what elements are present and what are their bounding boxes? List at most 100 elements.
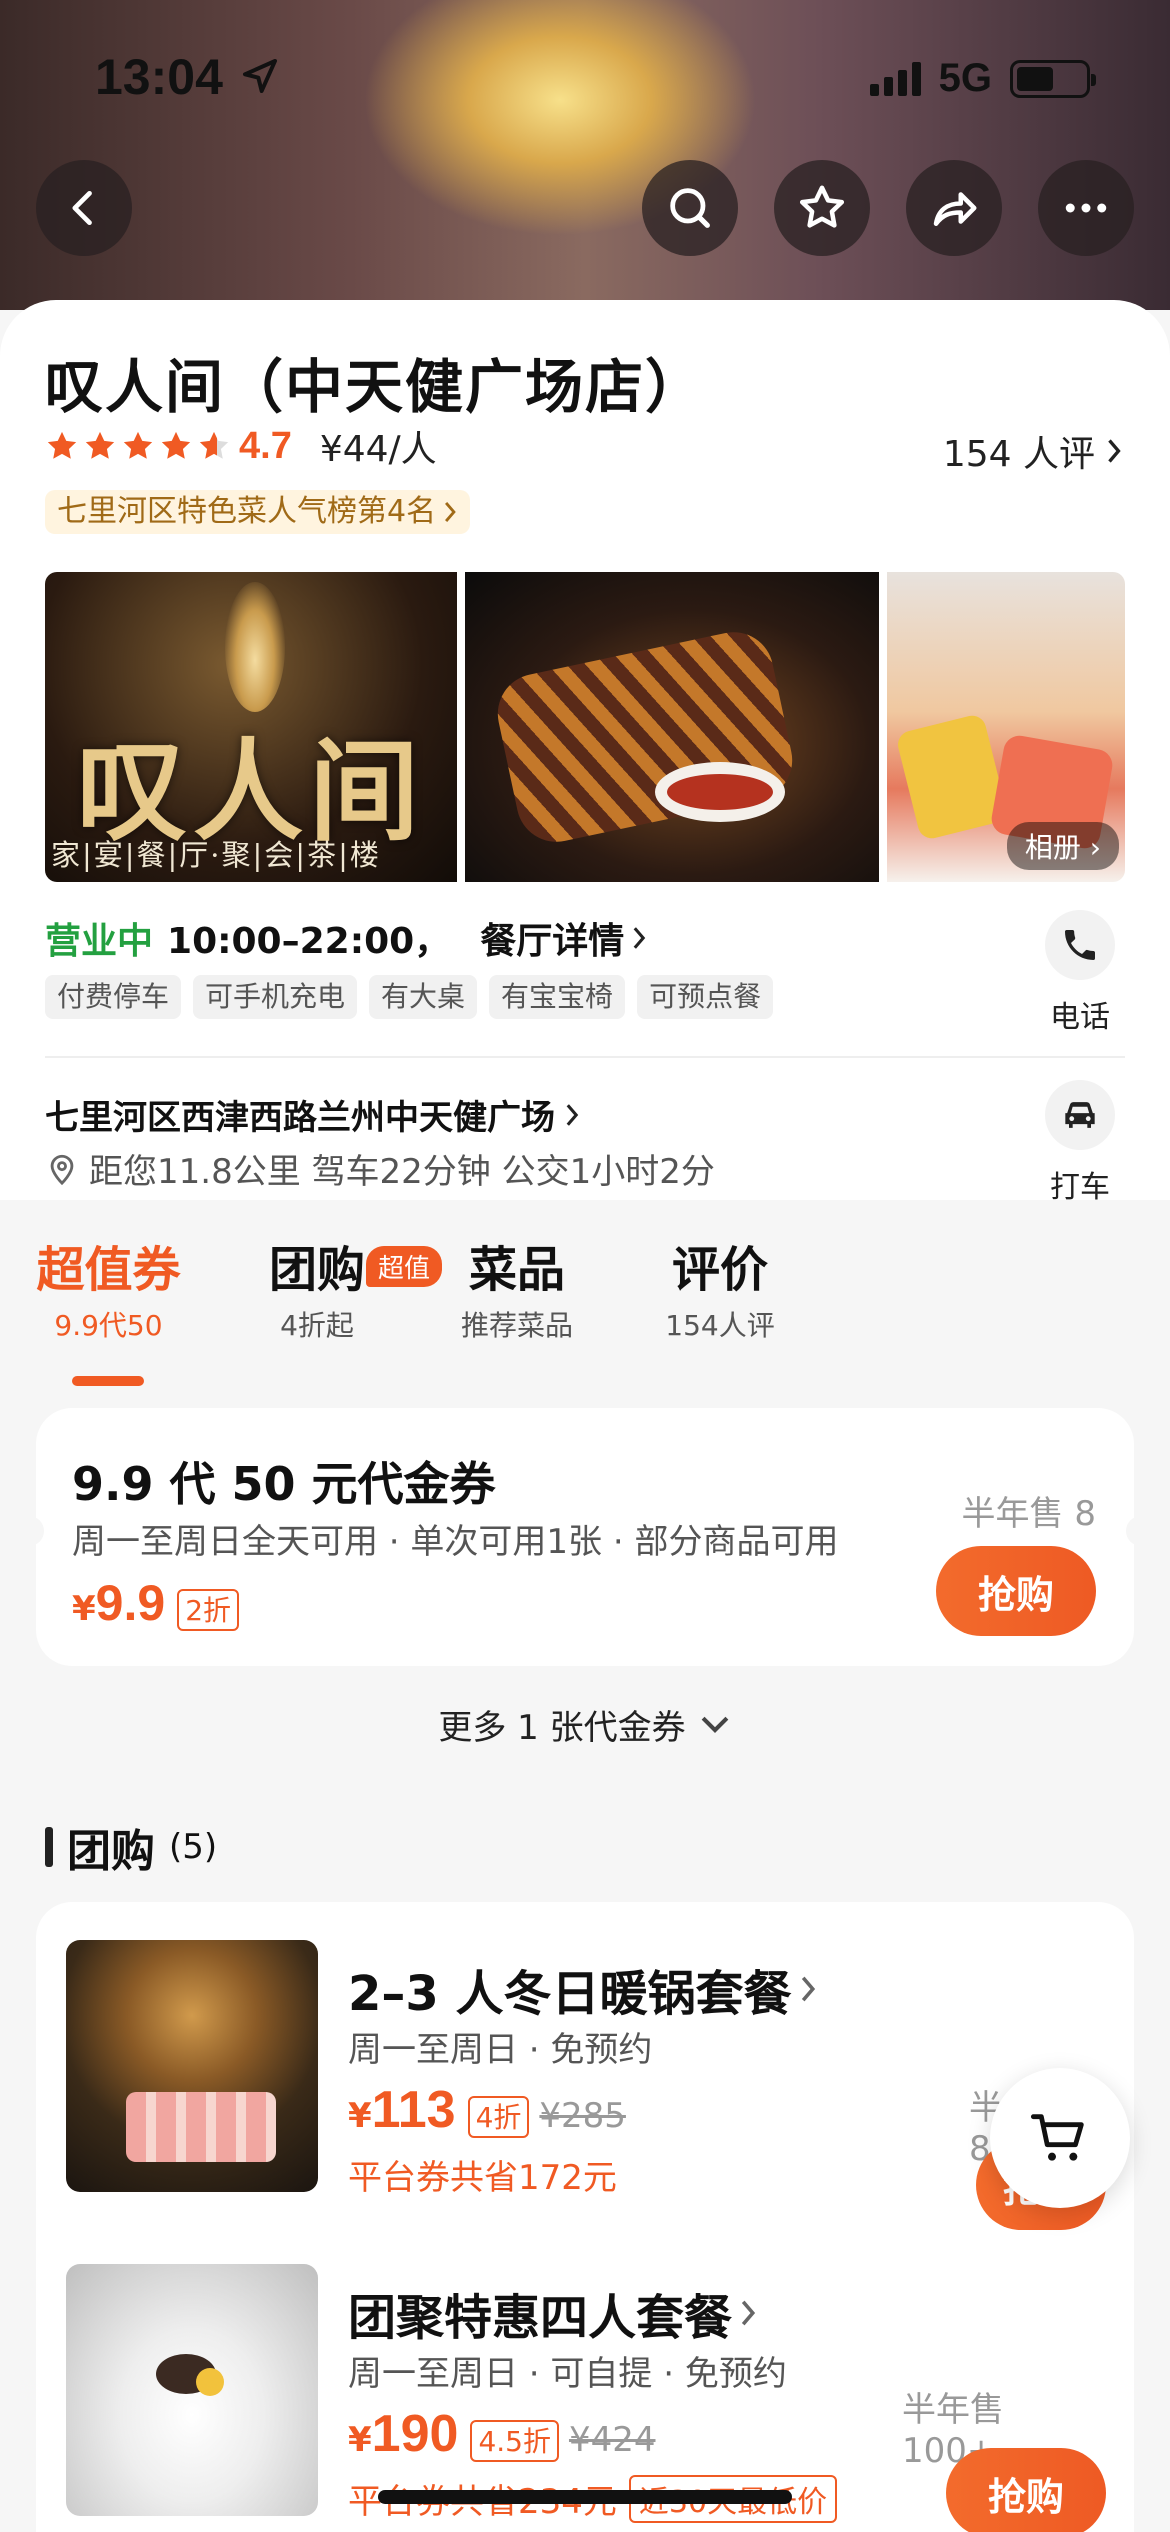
card-notch: [28, 1516, 44, 1546]
tab-title: 评价: [671, 1242, 768, 1298]
super-value-badge: 超值: [366, 1246, 443, 1287]
photo-logo[interactable]: 叹人间 家|宴|餐|厅·聚|会|茶|楼: [45, 572, 457, 882]
cart-button[interactable]: [990, 2068, 1130, 2208]
deal-image: [66, 2264, 318, 2516]
group-buy-count: (5): [169, 1827, 218, 1867]
chevron-right-icon: [1108, 439, 1121, 463]
shop-name: 叹人间（中天健广场店）: [45, 353, 706, 421]
chevron-down-icon: [701, 1716, 728, 1733]
half-star-icon: [199, 431, 229, 459]
address-link[interactable]: 七里河区西津西路兰州中天健广场: [45, 1090, 581, 1139]
original-price: ¥424: [568, 2420, 656, 2460]
phone-button[interactable]: 电话: [1035, 910, 1125, 1036]
facility-tag: 付费停车: [45, 975, 182, 1019]
rating-stars: [45, 429, 231, 463]
taxi-button[interactable]: 打车: [1035, 1080, 1125, 1206]
currency-symbol: ¥: [348, 2096, 372, 2136]
deal-subtitle: 周一至周日 · 可自提 · 免预约: [348, 2354, 787, 2394]
reviews-link[interactable]: 154 人评: [943, 425, 1125, 477]
section-tabs: 超值券 9.9代50 团购 4折起 菜品 推荐菜品 评价 154人评: [0, 1230, 1170, 1390]
tab-title: 超值券: [36, 1242, 181, 1298]
logo-subtitle: 家|宴|餐|厅·聚|会|茶|楼: [51, 838, 381, 872]
facility-tag: 有大桌: [369, 975, 478, 1019]
rating-score: 4.7: [239, 424, 292, 467]
food-graphic: [196, 2368, 224, 2396]
distance-info: 距您11.8公里 驾车22分钟 公交1小时2分: [45, 1144, 715, 1193]
deal-price: ¥ 190 4.5折 ¥424: [348, 2404, 656, 2464]
facility-tag: 可预点餐: [637, 975, 774, 1019]
voucher-title: 9.9 代 50 元代金券: [72, 1457, 496, 1511]
favorite-button[interactable]: [774, 160, 870, 256]
group-buy-heading: 团购 (5): [45, 1815, 217, 1879]
status-right: 5G: [869, 56, 1096, 101]
more-vouchers-button[interactable]: 更多 1 张代金券: [0, 1700, 1170, 1749]
tab-subtitle: 推荐菜品: [460, 1309, 573, 1342]
voucher-price: ¥ 9.9 2折: [72, 1574, 240, 1632]
album-label: 相册: [1024, 831, 1081, 864]
facility-tag: 有宝宝椅: [489, 975, 626, 1019]
status-time: 13:04: [95, 49, 223, 105]
savings-text: 平台券共省172元: [348, 2158, 617, 2198]
network-label: 5G: [938, 56, 992, 100]
divider: [45, 1056, 1125, 1058]
photo-gallery[interactable]: 叹人间 家|宴|餐|厅·聚|会|茶|楼 相册 ›: [45, 572, 1125, 882]
deal-item[interactable]: 2–3 人冬日暖锅套餐 周一至周日 · 免预约 ¥ 113 4折 ¥285 平台…: [66, 1940, 1106, 2230]
more-button[interactable]: [1038, 160, 1134, 256]
phone-icon: [1065, 930, 1095, 960]
restaurant-detail-link[interactable]: 餐厅详情: [480, 912, 648, 964]
open-status: 营业中: [45, 921, 154, 962]
tab-reviews[interactable]: 评价 154人评: [660, 1230, 780, 1344]
facility-tag: 可手机充电: [193, 975, 358, 1019]
tab-title: 团购: [268, 1242, 365, 1298]
search-icon: [670, 188, 710, 228]
buy-button[interactable]: 抢购: [936, 1546, 1096, 1636]
more-vouchers-label: 更多 1 张代金券: [438, 1708, 686, 1748]
price-value: 113: [371, 2081, 456, 2139]
voucher-description: 周一至周日全天可用 · 单次可用1张 · 部分商品可用: [72, 1522, 839, 1562]
discount-badge: 2折: [177, 1589, 240, 1631]
taxi-circle: [1045, 1080, 1115, 1150]
facility-tags: 付费停车 可手机充电 有大桌 有宝宝椅 可预点餐: [45, 975, 774, 1019]
tab-vouchers[interactable]: 超值券 9.9代50: [36, 1230, 181, 1344]
price-value: 190: [371, 2405, 459, 2463]
taxi-label: 打车: [1050, 1170, 1110, 1205]
back-button[interactable]: [36, 160, 132, 256]
discount-badge: 4.5折: [470, 2420, 559, 2462]
chevron-right-icon: [445, 501, 456, 523]
tab-group-buy[interactable]: 团购 4折起: [262, 1230, 372, 1344]
currency-symbol: ¥: [72, 1589, 96, 1629]
group-buy-list: 2–3 人冬日暖锅套餐 周一至周日 · 免预约 ¥ 113 4折 ¥285 平台…: [36, 1902, 1134, 2532]
heading-bar: [45, 1827, 53, 1867]
star-icon: [47, 431, 77, 459]
battery-icon: [1010, 59, 1096, 98]
photo-sashimi[interactable]: 相册 ›: [887, 572, 1125, 882]
distance-text: 距您11.8公里 驾车22分钟 公交1小时2分: [89, 1152, 715, 1192]
tab-subtitle: 154人评: [665, 1309, 775, 1342]
deal-subtitle: 周一至周日 · 免预约: [348, 2030, 653, 2070]
buy-button[interactable]: 抢购: [946, 2448, 1106, 2532]
business-hours: 营业中 10:00–22:00， 餐厅详情: [45, 912, 648, 964]
deal-title-row: 团聚特惠四人套餐: [348, 2278, 758, 2348]
car-icon: [1065, 1102, 1095, 1128]
voucher-card[interactable]: 9.9 代 50 元代金券 周一至周日全天可用 · 单次可用1张 · 部分商品可…: [28, 1408, 1142, 1666]
deal-image: [66, 1940, 318, 2192]
photo-dish[interactable]: [465, 572, 879, 882]
rank-badge[interactable]: 七里河区特色菜人气榜第4名: [45, 490, 471, 534]
chevron-right-icon: [633, 927, 646, 949]
share-button[interactable]: [906, 160, 1002, 256]
phone-label: 电话: [1050, 1000, 1110, 1035]
star-icon: [161, 431, 191, 459]
card-notch: [1126, 1516, 1142, 1546]
hours-time: 10:00–22:00，: [167, 921, 451, 962]
chevron-right-icon: [566, 1103, 579, 1126]
reviews-count: 154 人评: [942, 434, 1095, 475]
currency-symbol: ¥: [348, 2420, 372, 2460]
deal-savings: 平台券共省172元: [348, 2150, 617, 2199]
search-button[interactable]: [642, 160, 738, 256]
deal-title-row: 2–3 人冬日暖锅套餐: [348, 1954, 818, 2024]
location-pin-icon: [50, 1154, 74, 1185]
tab-dishes[interactable]: 菜品 推荐菜品: [452, 1230, 582, 1344]
deal-title: 2–3 人冬日暖锅套餐: [348, 1966, 792, 2022]
album-button[interactable]: 相册 ›: [1006, 822, 1119, 870]
deal-item[interactable]: 团聚特惠四人套餐 周一至周日 · 可自提 · 免预约 ¥ 190 4.5折 ¥4…: [66, 2264, 1106, 2532]
